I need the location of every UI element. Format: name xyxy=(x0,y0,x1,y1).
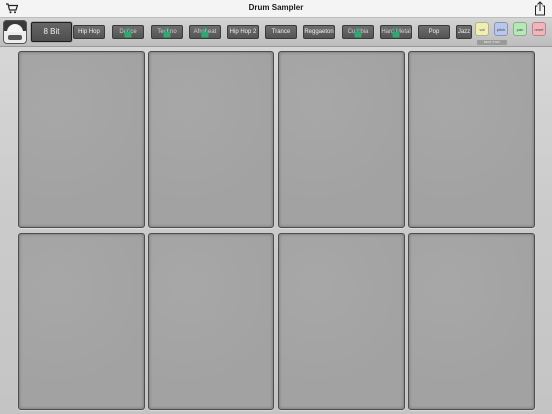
kit-label: Jazz xyxy=(457,29,471,35)
kit-label: Pop xyxy=(428,29,440,35)
kit-button-cumbia[interactable]: Cumbia xyxy=(342,25,374,39)
drum-pad-4[interactable] xyxy=(408,51,535,228)
drum-pad-2[interactable] xyxy=(148,51,274,228)
kit-label: Reggaeton xyxy=(304,29,334,35)
kit-label: Hip Hop 2 xyxy=(229,29,257,35)
fx-label: reset xyxy=(534,27,544,32)
lock-icon xyxy=(392,27,400,38)
kit-button-techno[interactable]: Techno xyxy=(151,25,183,39)
drum-machine-icon[interactable] xyxy=(3,20,27,44)
drum-pad-3[interactable] xyxy=(278,51,405,228)
drum-pad-6[interactable] xyxy=(148,233,274,410)
fx-label: vol xyxy=(479,27,485,32)
kit-label: Trance xyxy=(271,29,291,35)
pitch-button[interactable]: pitch xyxy=(494,22,508,36)
kit-button-reggaeton[interactable]: Reggaeton xyxy=(303,25,335,39)
volume-button[interactable]: vol xyxy=(475,22,489,36)
kit-button-afrobeat[interactable]: Afrobeat xyxy=(189,25,221,39)
kit-button-pop[interactable]: Pop xyxy=(418,25,450,39)
kit-button-hip-hop[interactable]: Hip Hop xyxy=(73,25,105,39)
lock-icon xyxy=(163,27,171,38)
share-icon[interactable] xyxy=(534,1,546,16)
fx-caption: BEAT STEP xyxy=(477,40,507,45)
kit-button-dance[interactable]: Dance xyxy=(112,25,144,39)
kit-button-trance[interactable]: Trance xyxy=(265,25,297,39)
lock-icon xyxy=(124,27,132,38)
pan-button[interactable]: pan xyxy=(513,22,527,36)
kit-button-jazz[interactable]: Jazz xyxy=(456,25,472,39)
drum-pad-8[interactable] xyxy=(408,233,535,410)
fx-label: pitch xyxy=(496,27,506,32)
kit-button-hip-hop-2[interactable]: Hip Hop 2 xyxy=(227,25,259,39)
kit-button-8-bit[interactable]: 8 Bit xyxy=(31,22,72,42)
kit-toolbar: 8 Bit Hip Hop Dance Techno Afrobeat Hip … xyxy=(0,18,552,47)
drum-pad-7[interactable] xyxy=(278,233,405,410)
kit-label: 8 Bit xyxy=(43,27,60,36)
lock-icon xyxy=(201,27,209,38)
kit-button-hard-metal[interactable]: Hard Metal xyxy=(380,25,412,39)
app-title: Drum Sampler xyxy=(248,3,304,12)
drum-pad-1[interactable] xyxy=(18,51,145,228)
kit-label: Hip Hop xyxy=(78,29,100,35)
drum-pad-5[interactable] xyxy=(18,233,145,410)
fx-label: pan xyxy=(516,27,524,32)
navigation-bar: Drum Sampler xyxy=(0,0,552,18)
reset-button[interactable]: reset xyxy=(532,22,546,36)
lock-icon xyxy=(354,27,362,38)
